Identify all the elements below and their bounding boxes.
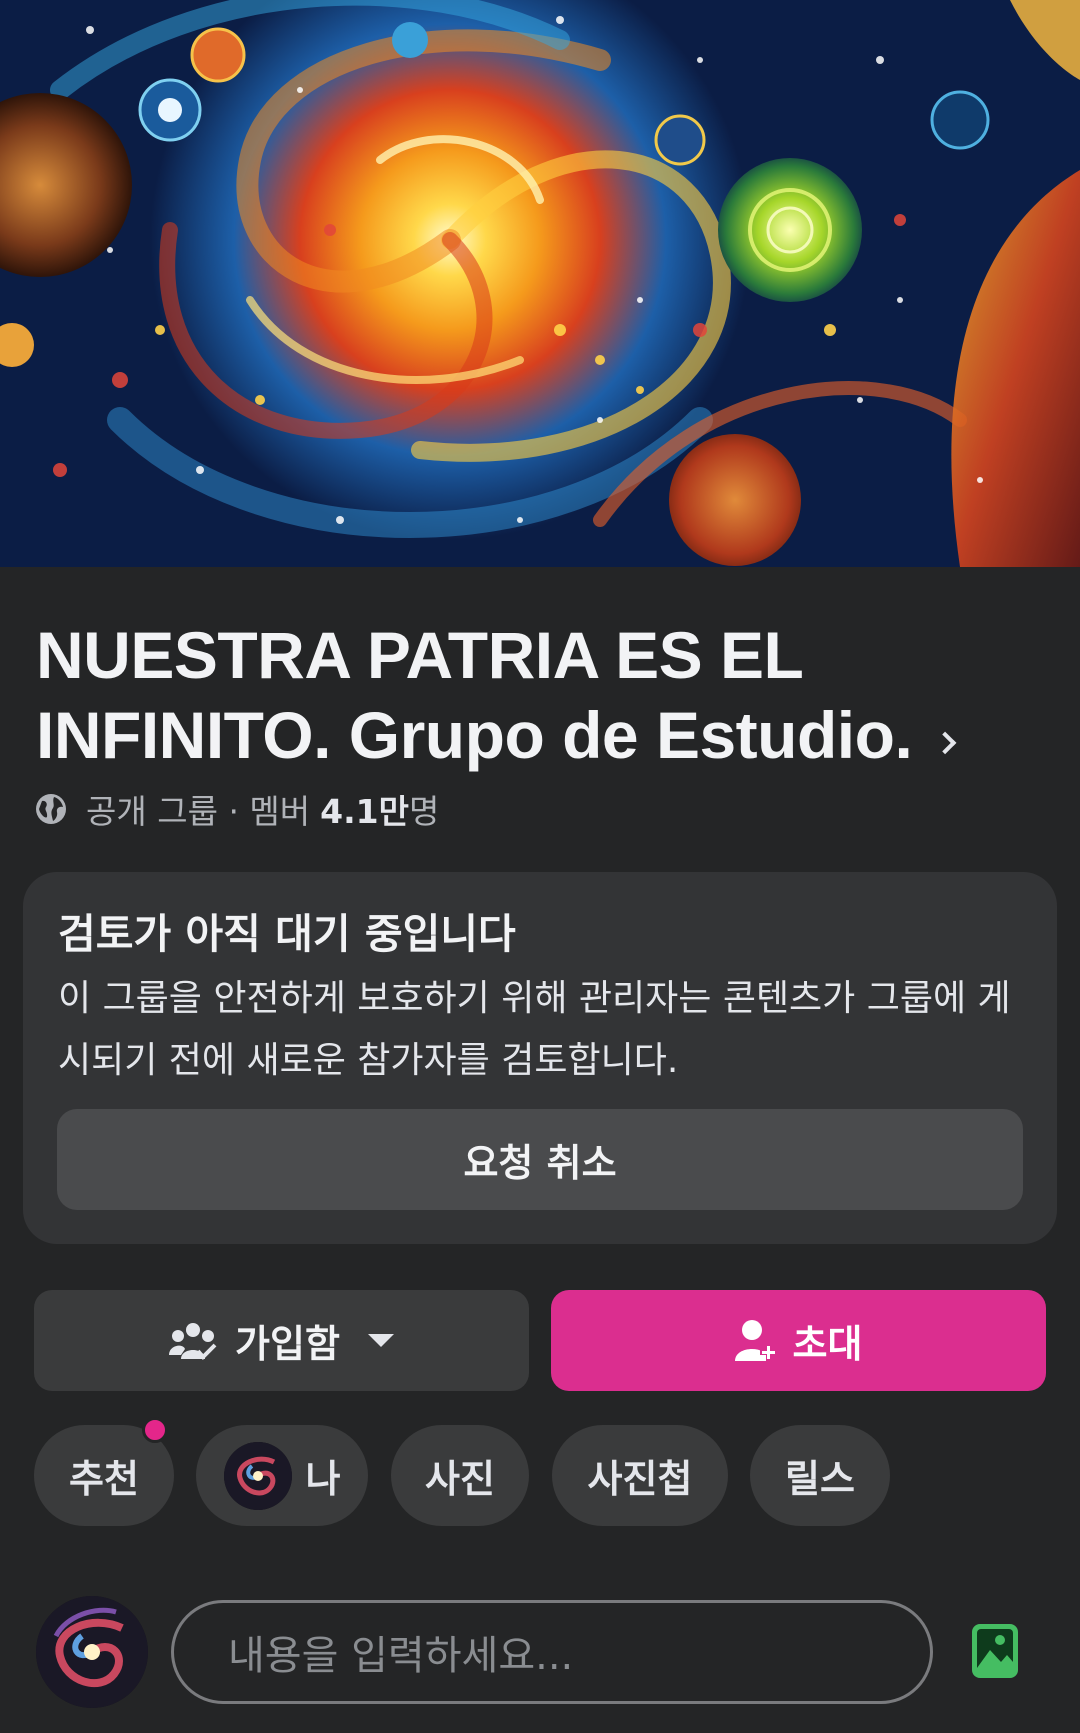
tab-featured[interactable]: 추천 [34,1417,174,1526]
caret-down-icon [367,1334,394,1347]
tab-label: 사진첩 [587,1457,693,1501]
avatar [223,1441,292,1510]
tab-me[interactable]: 나 [196,1425,368,1526]
tab-label: 추천 [69,1457,139,1501]
tab-label: 릴스 [785,1457,855,1501]
joined-button[interactable]: 가입함 [34,1290,529,1391]
invite-button[interactable]: 초대 [551,1290,1046,1391]
tab-photos[interactable]: 사진 [391,1425,529,1526]
cancel-request-label: 요청 취소 [463,1141,617,1185]
pending-title: 검토가 아직 대기 중입니다 [58,910,516,958]
tab-albums[interactable]: 사진첩 [552,1425,728,1526]
tab-label: 나 [305,1457,341,1501]
member-separator: · 멤버 [228,792,311,831]
invite-label: 초대 [792,1322,863,1366]
avatar[interactable] [36,1596,148,1708]
tab-label: 사진 [425,1457,495,1501]
person-add-icon [734,1319,777,1361]
cancel-request-button[interactable]: 요청 취소 [57,1109,1023,1210]
composer-placeholder: 내용을 입력하세요... [228,1633,574,1679]
post-composer-input[interactable]: 내용을 입력하세요... [171,1600,933,1704]
group-page: NUESTRA PATRIA ES EL INFINITO. Grupo de … [0,0,1080,1733]
group-meta: 공개 그룹 · 멤버 4.1만 명 [34,786,439,832]
pending-description: 이 그룹을 안전하게 보호하기 위해 관리자는 콘텐츠가 그룹에 게시되기 전에… [58,978,1011,1081]
group-title[interactable]: NUESTRA PATRIA ES EL INFINITO. Grupo de … [36,615,1036,775]
notification-dot [142,1417,168,1443]
globe-icon [36,794,66,824]
cover-image[interactable] [0,0,1080,567]
chevron-right-icon [934,731,957,755]
privacy-label: 공개 그룹 [86,792,218,831]
member-unit: 명 [408,792,440,831]
member-count: 4.1만 [320,792,409,831]
group-title-text: NUESTRA PATRIA ES EL INFINITO. Grupo de … [36,618,913,772]
photo-icon[interactable] [970,1622,1020,1680]
group-members-icon [169,1322,217,1360]
joined-label: 가입함 [235,1322,340,1366]
tab-reels[interactable]: 릴스 [750,1425,890,1526]
pending-review-card: 검토가 아직 대기 중입니다 이 그룹을 안전하게 보호하기 위해 관리자는 콘… [23,872,1057,1244]
